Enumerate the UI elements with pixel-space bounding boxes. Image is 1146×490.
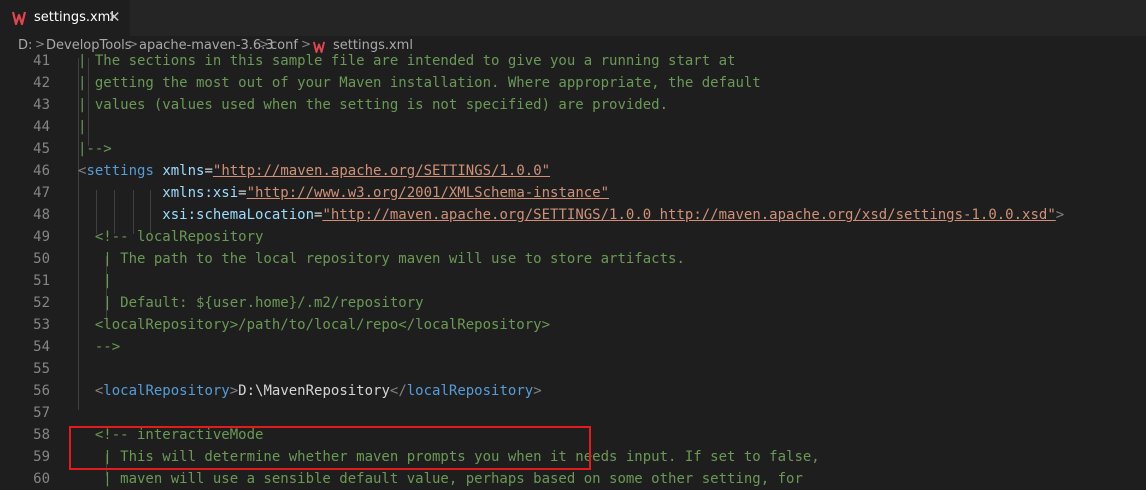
code-line[interactable]: 55 [0,358,1146,380]
code-line[interactable]: 51 | [0,270,1146,292]
chevron-right-icon: > [35,37,46,51]
code-token: xmlns [162,163,205,179]
line-number: 53 [33,317,50,333]
code-token: | [78,273,112,289]
maven-icon [12,11,26,26]
line-number: 41 [33,53,50,69]
code-token: | maven will use a sensible default valu… [78,471,803,487]
code-token: = [204,163,213,179]
line-number: 54 [33,339,50,355]
code-line[interactable]: 54 --> [0,336,1146,358]
code-text: <!-- localRepository [78,226,264,248]
tab-bar: settings.xml ✕ [0,0,1146,36]
code-token: | getting the most out of your Maven ins… [78,75,761,91]
code-token: localRepository [406,383,534,399]
code-editor[interactable]: 41 | The sections in this sample file are… [0,53,1146,487]
chevron-right-icon: > [128,37,139,51]
code-token: | values (values used when the setting i… [78,97,669,113]
code-text: --> [78,336,120,358]
code-token: |--> [78,141,112,157]
code-token: </ [389,383,407,399]
code-line[interactable]: 56 <localRepository>D:\MavenRepository</… [0,380,1146,402]
code-token: <localRepository>/path/to/local/repo</lo… [78,317,551,333]
code-line[interactable]: 43 | values (values used when the setting… [0,94,1146,116]
line-number: 60 [33,471,50,487]
code-text: | [78,116,86,138]
code-token: | The path to the local repository maven… [78,251,685,267]
code-line[interactable]: 52 | Default: ${user.home}/.m2/repositor… [0,292,1146,314]
code-line[interactable]: 53 <localRepository>/path/to/local/repo<… [0,314,1146,336]
code-text: | The path to the local repository maven… [78,248,685,270]
code-token: | The sections in this sample file are i… [78,53,736,69]
code-token: | [78,119,87,135]
code-line[interactable]: 45 |--> [0,138,1146,160]
code-token: > [533,383,542,399]
code-text: | getting the most out of your Maven ins… [78,72,761,94]
code-line[interactable]: 60 | maven will use a sensible default v… [0,468,1146,490]
line-number: 43 [33,97,50,113]
code-text: | [78,270,112,292]
code-line[interactable]: 48 xsi:schemaLocation="http://maven.apac… [0,204,1146,226]
code-text: | values (values used when the setting i… [78,94,668,116]
code-text: <settings xmlns="http://maven.apache.org… [78,160,550,182]
code-line[interactable]: 50 | The path to the local repository ma… [0,248,1146,270]
code-line[interactable]: 47 xmlns:xsi="http://www.w3.org/2001/XML… [0,182,1146,204]
line-number: 56 [33,383,50,399]
line-number: 46 [33,163,50,179]
code-token: = [238,185,247,201]
code-token: settings [86,163,154,179]
code-token: xmlns:xsi [162,185,239,201]
line-number: 42 [33,75,50,91]
code-token: "http://maven.apache.org/SETTINGS/1.0.0" [212,163,551,179]
code-text: | Default: ${user.home}/.m2/repository [78,292,424,314]
close-icon[interactable]: ✕ [108,8,121,26]
line-number: 44 [33,119,50,135]
code-token: "http://maven.apache.org/SETTINGS/1.0.0 … [322,207,1056,223]
code-line[interactable]: 49 <!-- localRepository [0,226,1146,248]
line-number: 58 [33,427,50,443]
highlight-box [69,426,591,470]
tab-label: settings.xml [34,10,114,25]
line-number: 47 [33,185,50,201]
code-text: xsi:schemaLocation="http://maven.apache.… [78,204,1064,226]
code-text: |--> [78,138,112,160]
code-line[interactable]: 57 [0,402,1146,424]
code-text: | The sections in this sample file are i… [78,50,735,72]
line-number: 50 [33,251,50,267]
line-number: 59 [33,449,50,465]
code-line[interactable]: 46 <settings xmlns="http://maven.apache.o… [0,160,1146,182]
chevron-right-icon: > [301,37,312,51]
code-token: localRepository [103,383,230,399]
code-text: xmlns:xsi="http://www.w3.org/2001/XMLSch… [78,182,609,204]
tab-settings-xml[interactable]: settings.xml ✕ [0,0,130,36]
code-text: | maven will use a sensible default valu… [78,468,803,490]
code-token: <!-- localRepository [78,229,264,245]
line-number: 49 [33,229,50,245]
line-number: 51 [33,273,50,289]
line-number: 48 [33,207,50,223]
code-token: > [229,383,239,399]
code-token: xsi:schemaLocation [162,207,315,223]
line-number: 45 [33,141,50,157]
code-line[interactable]: 42 | getting the most out of your Maven i… [0,72,1146,94]
code-token: | Default: ${user.home}/.m2/repository [78,295,424,311]
line-number: 55 [33,361,50,377]
code-line[interactable]: 41 | The sections in this sample file are… [0,50,1146,72]
code-token: > [1055,207,1065,223]
code-line[interactable]: 44 | [0,116,1146,138]
code-token: --> [78,339,121,355]
line-number: 52 [33,295,50,311]
code-text: <localRepository>D:\MavenRepository</loc… [78,380,542,402]
code-token: D:\MavenRepository [238,383,390,399]
chevron-right-icon: > [259,37,270,51]
line-number: 57 [33,405,50,421]
code-token: "http://www.w3.org/2001/XMLSchema-instan… [246,185,610,201]
code-text: <localRepository>/path/to/local/repo</lo… [78,314,550,336]
